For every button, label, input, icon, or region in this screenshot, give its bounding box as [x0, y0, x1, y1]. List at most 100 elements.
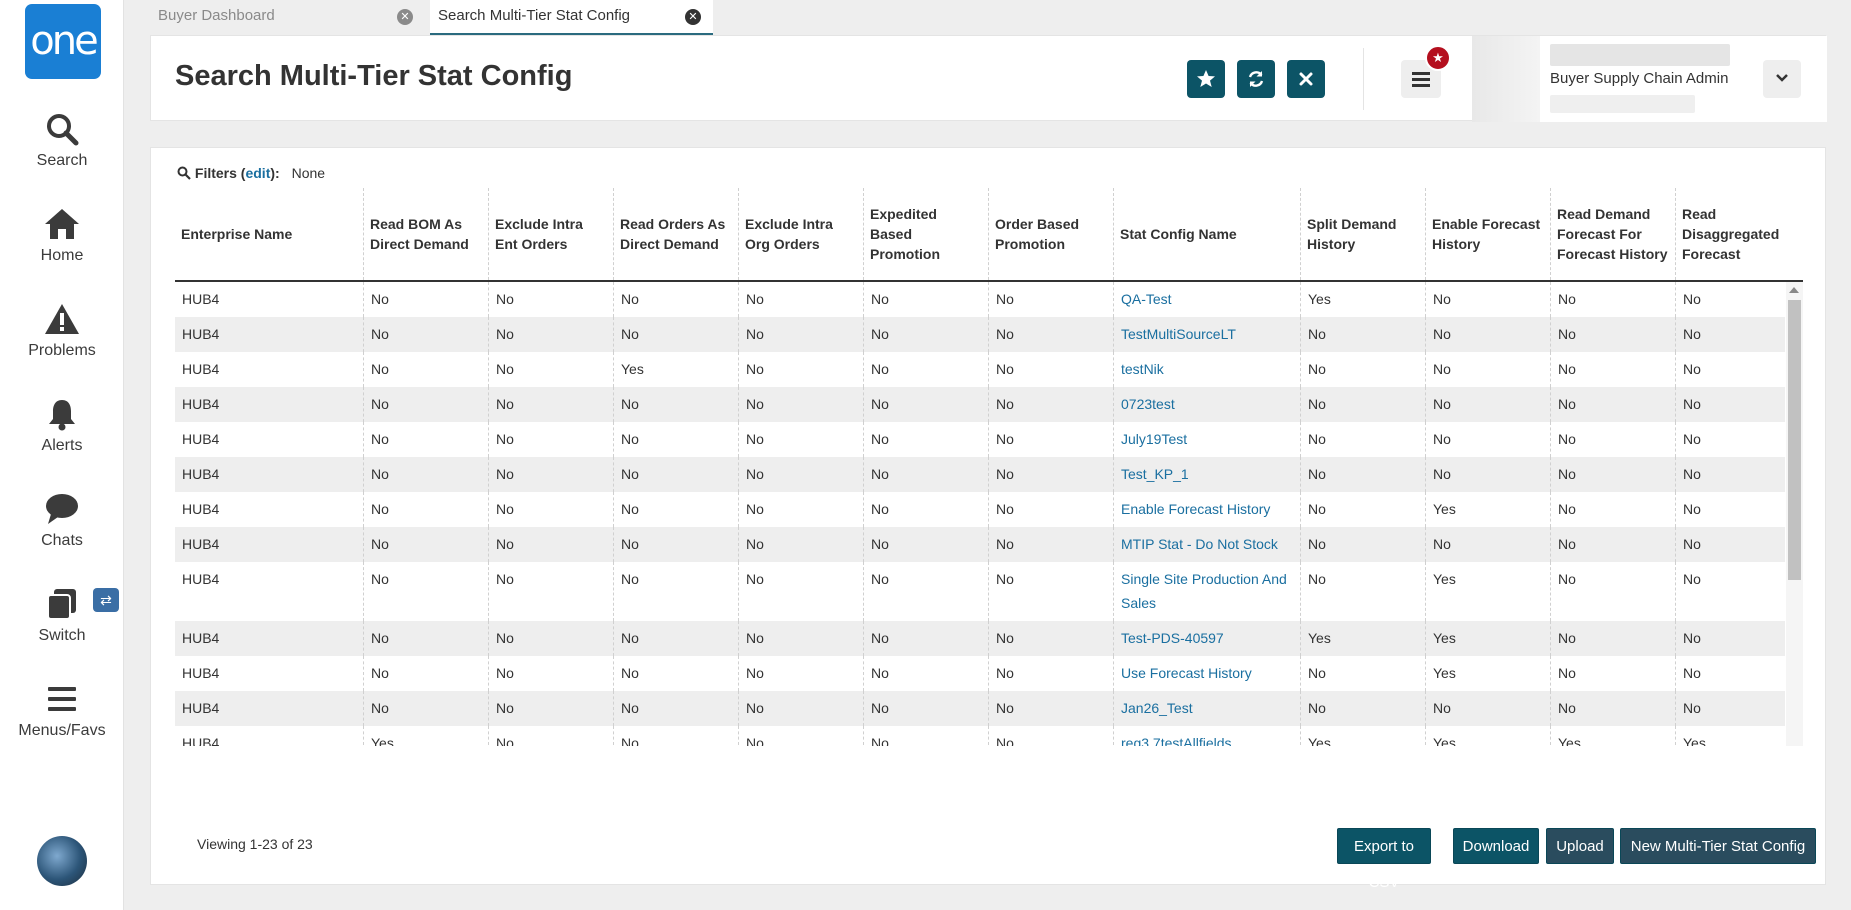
table-cell: No — [863, 562, 988, 621]
table-cell: No — [363, 656, 488, 691]
table-cell: No — [488, 527, 613, 562]
column-header[interactable]: Enterprise Name — [175, 188, 363, 280]
table-row[interactable]: HUB4 No No No No No No Single Site Production A… — [175, 562, 1785, 621]
table-cell: Yes — [1425, 656, 1550, 691]
table-cell: No — [1675, 422, 1785, 457]
table-cell: Yes — [1550, 726, 1675, 746]
close-icon[interactable]: ✕ — [397, 9, 413, 25]
stat-config-name-link[interactable]: TestMultiSourceLT — [1113, 317, 1300, 352]
user-org-redacted — [1550, 95, 1695, 113]
table-cell: No — [1675, 387, 1785, 422]
nav-chats[interactable]: Chats — [0, 492, 124, 550]
nav-search[interactable]: Search — [0, 112, 124, 170]
table-row[interactable]: HUB4 No No No No No No Use Forecast History No Ye… — [175, 656, 1785, 691]
column-header[interactable]: Exclude Intra Org Orders — [738, 188, 863, 280]
column-header[interactable]: Split Demand History — [1300, 188, 1425, 280]
table-cell: No — [613, 422, 738, 457]
column-header[interactable]: Stat Config Name — [1113, 188, 1300, 280]
stat-config-name-link[interactable]: Use Forecast History — [1113, 656, 1300, 691]
table-cell: No — [1675, 457, 1785, 492]
table-row[interactable]: HUB4 No No No No No No Test-PDS-40597 Yes Yes No No — [175, 621, 1785, 656]
user-avatar[interactable] — [37, 836, 87, 886]
tab-search-multi-tier-stat-config[interactable]: Search Multi-Tier Stat Config ✕ — [430, 0, 713, 35]
table-cell: No — [738, 656, 863, 691]
table-cell: Yes — [1425, 726, 1550, 746]
column-header[interactable]: Read BOM As Direct Demand — [363, 188, 488, 280]
column-header[interactable]: Order Based Promotion — [988, 188, 1113, 280]
stat-config-name-link[interactable]: Enable Forecast History — [1113, 492, 1300, 527]
nav-alerts[interactable]: Alerts — [0, 397, 124, 455]
table-row[interactable]: HUB4 No No Yes No No No testNik No No No No — [175, 352, 1785, 387]
table-cell: No — [1550, 317, 1675, 352]
table-cell: HUB4 — [182, 630, 220, 646]
table-cell: Yes — [1300, 726, 1425, 746]
favorite-button[interactable] — [1187, 60, 1225, 98]
table-cell: No — [613, 387, 738, 422]
column-header[interactable]: Read Disaggregated Forecast — [1675, 188, 1785, 280]
tab-buyer-dashboard[interactable]: Buyer Dashboard ✕ — [150, 0, 425, 35]
table-row[interactable]: HUB4 No No No No No No Test_KP_1 No No No No — [175, 457, 1785, 492]
swap-icon[interactable]: ⇄ — [93, 588, 119, 612]
vertical-scroll-thumb[interactable] — [1788, 300, 1801, 580]
search-icon — [0, 112, 124, 152]
close-page-button[interactable] — [1287, 60, 1325, 98]
table-row[interactable]: HUB4 No No No No No No TestMultiSourceLT No No No N… — [175, 317, 1785, 352]
table-row[interactable]: HUB4 No No No No No No Enable Forecast History N… — [175, 492, 1785, 527]
table-cell: No — [613, 282, 738, 317]
table-cell: No — [488, 562, 613, 621]
table-cell: No — [863, 621, 988, 656]
table-body: HUB4 No No No No No No QA-Test Yes No No No HUB4 No No… — [175, 282, 1785, 746]
stat-config-name-link[interactable]: Test-PDS-40597 — [1113, 621, 1300, 656]
table-cell: No — [988, 691, 1113, 726]
stat-config-name-link[interactable]: 0723test — [1113, 387, 1300, 422]
table-cell: No — [988, 352, 1113, 387]
stat-config-name-link[interactable]: reg3.7testAllfields — [1113, 726, 1300, 746]
table-row[interactable]: HUB4 No No No No No No 0723test No No No No — [175, 387, 1785, 422]
upload-button[interactable]: Upload — [1546, 828, 1614, 864]
export-csv-button[interactable]: Export to CSV — [1337, 828, 1431, 891]
table-cell: Yes — [1300, 282, 1425, 317]
new-multi-tier-stat-config-button[interactable]: New Multi-Tier Stat Config — [1620, 828, 1816, 864]
vertical-scrollbar[interactable] — [1786, 282, 1803, 746]
stat-config-name-link[interactable]: Jan26_Test — [1113, 691, 1300, 726]
nav-home[interactable]: Home — [0, 207, 124, 265]
table-cell: No — [863, 387, 988, 422]
table-row[interactable]: HUB4 No No No No No No MTIP Stat - Do Not Stock… — [175, 527, 1785, 562]
refresh-icon — [1248, 71, 1264, 87]
stat-config-name-link[interactable]: Single Site Production And Sales — [1113, 562, 1300, 621]
close-icon — [1299, 72, 1313, 86]
scroll-up-icon[interactable] — [1789, 287, 1799, 293]
refresh-button[interactable] — [1237, 60, 1275, 98]
nav-menus-favs[interactable]: Menus/Favs — [0, 682, 124, 740]
user-role: Buyer Supply Chain Admin — [1550, 70, 1729, 87]
notification-star-icon[interactable]: ★ — [1425, 45, 1451, 71]
download-button[interactable]: Download — [1453, 828, 1539, 864]
filters-label: Filters — [194, 165, 237, 181]
close-icon[interactable]: ✕ — [685, 9, 701, 25]
table-cell: No — [1550, 492, 1675, 527]
stat-config-name-link[interactable]: testNik — [1113, 352, 1300, 387]
stat-config-name-link[interactable]: MTIP Stat - Do Not Stock — [1113, 527, 1300, 562]
column-header[interactable]: Read Demand Forecast For Forecast Histor… — [1550, 188, 1675, 280]
user-profile[interactable]: Buyer Supply Chain Admin — [1540, 36, 1827, 122]
table-row[interactable]: HUB4 No No No No No No Jan26_Test No No No No — [175, 691, 1785, 726]
column-header[interactable]: Expedited Based Promotion — [863, 188, 988, 280]
stat-config-name-link[interactable]: QA-Test — [1113, 282, 1300, 317]
app-logo[interactable]: one — [25, 4, 101, 79]
column-header[interactable]: Read Orders As Direct Demand — [613, 188, 738, 280]
column-header[interactable]: Exclude Intra Ent Orders — [488, 188, 613, 280]
table-row[interactable]: HUB4 Yes No No No No No reg3.7testAllfields Yes Y… — [175, 726, 1785, 746]
column-header[interactable]: Enable Forecast History — [1425, 188, 1550, 280]
table-cell: No — [613, 317, 738, 352]
user-dropdown-button[interactable] — [1763, 60, 1801, 98]
pagination-status: Viewing 1-23 of 23 — [197, 836, 313, 852]
stat-config-name-link[interactable]: July19Test — [1113, 422, 1300, 457]
table-row[interactable]: HUB4 No No No No No No July19Test No No No No — [175, 422, 1785, 457]
table-row[interactable]: HUB4 No No No No No No QA-Test Yes No No No — [175, 282, 1785, 317]
table-cell: No — [1550, 562, 1675, 621]
table-cell: No — [863, 656, 988, 691]
stat-config-name-link[interactable]: Test_KP_1 — [1113, 457, 1300, 492]
table-cell: No — [363, 492, 488, 527]
nav-problems[interactable]: Problems — [0, 302, 124, 360]
filters-edit-link[interactable]: edit — [245, 165, 270, 181]
